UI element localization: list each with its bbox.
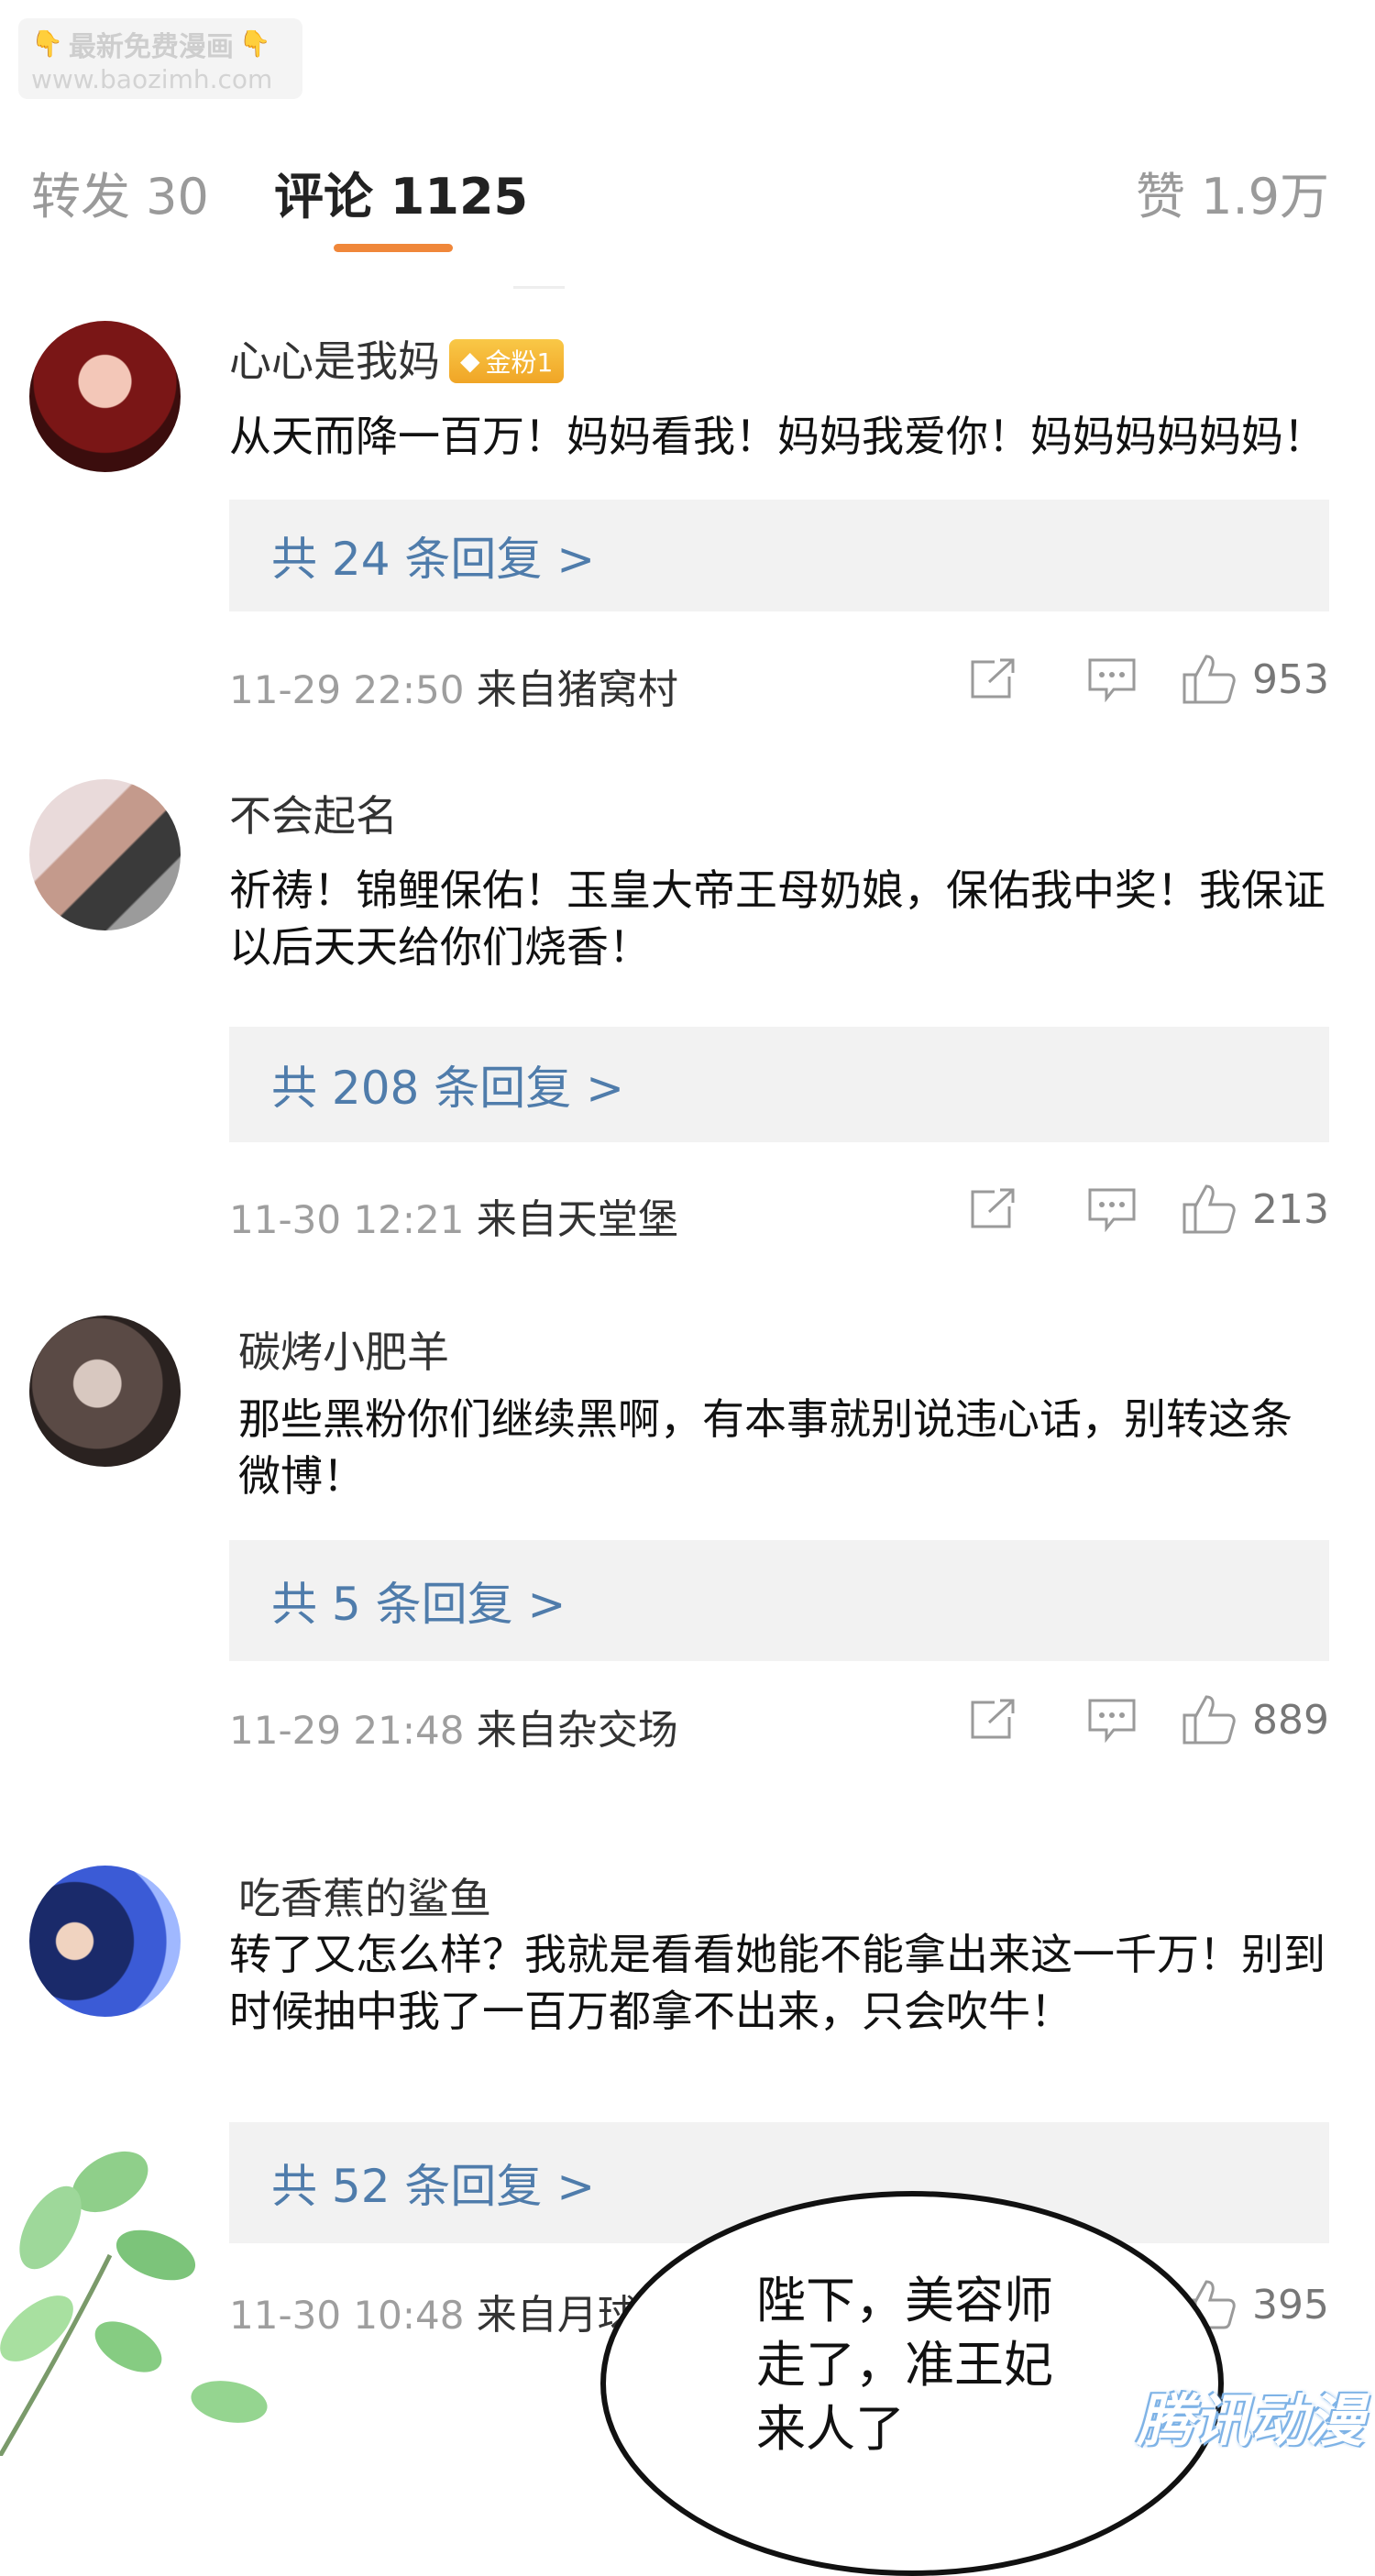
tencent-comics-logo: 腾讯动漫	[1137, 2387, 1365, 2454]
pointing-hand-icon: 👇	[31, 28, 63, 59]
like-count: 889	[1252, 1696, 1329, 1744]
comment-meta: 11-30 12:21 来自天堂堡 213	[229, 1183, 1329, 1247]
like-count: 953	[1252, 655, 1329, 703]
reply-button[interactable]	[1052, 656, 1172, 702]
comment-source: 来自猪窝村	[476, 666, 678, 713]
comment-actions: 953	[933, 653, 1329, 706]
like-button[interactable]: 889	[1181, 1693, 1329, 1746]
username[interactable]: 不会起名	[229, 783, 398, 843]
comment-icon	[1088, 1188, 1136, 1232]
thumbs-up-icon	[1182, 1695, 1236, 1745]
pointing-hand-icon: 👇	[238, 28, 271, 59]
comment-time: 11-29 21:48 来自杂交场	[229, 1707, 678, 1754]
comment-time: 11-30 12:21 来自天堂堡	[229, 1196, 678, 1243]
share-button[interactable]	[933, 1186, 1052, 1232]
avatar[interactable]	[29, 779, 181, 930]
comment-text: 那些黑粉你们继续黑啊，有本事就别说违心话，别转这条微博！	[238, 1394, 1292, 1501]
comment-icon	[1088, 658, 1136, 702]
comment-icon	[1088, 1699, 1136, 1743]
comment-text: 祈祷！锦鲤保佑！玉皇大帝王母奶娘，保佑我中奖！我保证以后天天给你们烧香！	[229, 865, 1326, 972]
site-watermark: 👇 最新免费漫画 👇 www.baozimh.com	[18, 18, 302, 99]
comment-tabs: 转发 30 评论 1125 赞 1.9万	[31, 156, 1329, 229]
diamond-icon: ◆	[460, 346, 480, 376]
like-button[interactable]: 953	[1181, 653, 1329, 706]
reply-button[interactable]	[1052, 1186, 1172, 1232]
share-icon	[971, 1188, 1015, 1228]
thumbs-up-icon	[1182, 1184, 1236, 1234]
share-button[interactable]	[933, 1697, 1052, 1743]
avatar[interactable]	[29, 1866, 181, 2017]
replies-button[interactable]: 共 5 条回复 >	[229, 1540, 1329, 1661]
tab-likes[interactable]: 赞 1.9万	[1136, 156, 1329, 228]
avatar[interactable]	[29, 321, 181, 472]
comment-meta: 11-29 21:48 来自杂交场 889	[229, 1693, 1329, 1757]
comment-actions: 889	[933, 1693, 1329, 1746]
replies-button[interactable]: 共 24 条回复 >	[229, 500, 1329, 611]
tab-repost[interactable]: 转发 30	[31, 156, 209, 228]
leaves-illustration	[0, 2151, 268, 2456]
like-count: 213	[1252, 1185, 1329, 1233]
username[interactable]: 吃香蕉的鲨鱼	[238, 1866, 491, 1926]
watermark-url: www.baozimh.com	[31, 63, 273, 94]
thumbs-up-icon	[1182, 655, 1236, 704]
share-icon	[971, 1699, 1015, 1739]
tab-comments[interactable]: 评论 1125	[274, 156, 528, 228]
comment-actions: 213	[933, 1183, 1329, 1236]
like-button[interactable]: 213	[1181, 1183, 1329, 1236]
replies-button[interactable]: 共 208 条回复 >	[229, 1027, 1329, 1142]
avatar[interactable]	[29, 1316, 181, 1467]
reply-button[interactable]	[1052, 1697, 1172, 1743]
comment-text: 从天而降一百万！妈妈看我！妈妈我爱你！妈妈妈妈妈妈！	[229, 412, 1326, 461]
share-button[interactable]	[933, 656, 1052, 702]
comment-source: 来自天堂堡	[476, 1196, 678, 1243]
comment-text: 转了又怎么样？我就是看看她能不能拿出来这一千万！别到时候抽中我了一百万都拿不出来…	[229, 1930, 1326, 2036]
username[interactable]: 碳烤小肥羊	[238, 1319, 449, 1380]
username-text: 心心是我妈	[229, 336, 440, 386]
username[interactable]: 心心是我妈 ◆ 金粉1	[229, 328, 565, 389]
divider	[513, 286, 565, 289]
comment-source: 来自杂交场	[476, 1707, 678, 1754]
fan-badge: ◆ 金粉1	[449, 338, 565, 383]
comment-time: 11-29 22:50 来自猪窝村	[229, 666, 678, 713]
share-icon	[971, 658, 1015, 699]
watermark-title: 最新免费漫画	[68, 30, 234, 63]
active-tab-indicator	[334, 244, 453, 252]
speech-bubble-text: 陛下，美容师 走了，准王妃 来人了	[756, 2272, 1053, 2458]
badge-label: 金粉1	[485, 347, 554, 378]
comment-meta: 11-29 22:50 来自猪窝村 953	[229, 653, 1329, 717]
like-count: 395	[1252, 2281, 1329, 2328]
